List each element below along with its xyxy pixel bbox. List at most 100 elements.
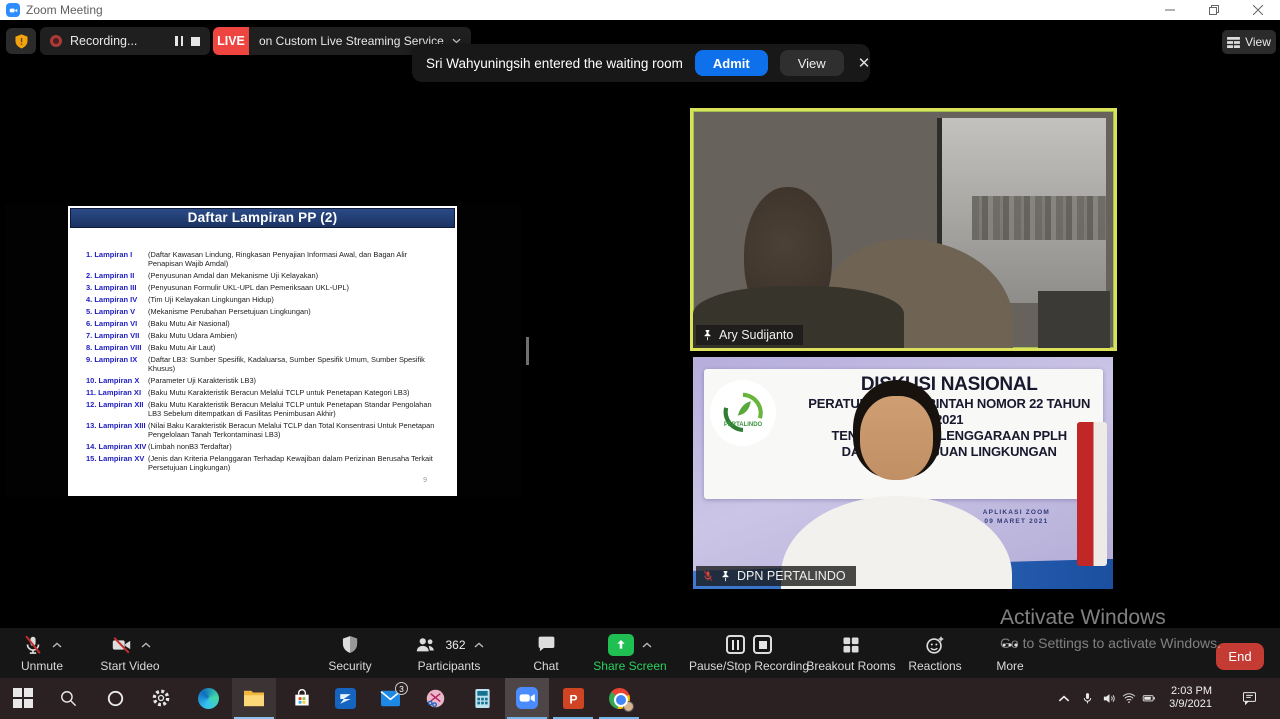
- slide-item-desc: (Jenis dan Kriteria Pelanggaran Terhadap…: [148, 454, 440, 472]
- search-button[interactable]: [57, 687, 79, 709]
- presentation-slide: Daftar Lampiran PP (2) 1. Lampiran I(Daf…: [68, 206, 457, 496]
- video-tile-ary-sudijanto[interactable]: Ary Sudijanto: [690, 108, 1117, 351]
- chrome-profile-avatar: [623, 701, 634, 712]
- waiting-room-message: Sri Wahyuningsih entered the waiting roo…: [426, 56, 683, 71]
- store-icon[interactable]: [291, 687, 313, 709]
- mail-icon[interactable]: 3: [379, 687, 401, 709]
- stop-recording-button[interactable]: [191, 37, 200, 46]
- tray-mic-icon[interactable]: [1078, 687, 1096, 709]
- action-center-icon[interactable]: [1238, 687, 1260, 709]
- slide-item-desc: (Baku Mutu Air Laut): [148, 343, 440, 352]
- backdrop-line1: DISKUSI NASIONAL: [794, 373, 1105, 396]
- chevron-up-icon[interactable]: [474, 642, 484, 648]
- nameplate: Ary Sudijanto: [696, 325, 803, 345]
- mail-badge: 3: [395, 682, 408, 695]
- settings-button[interactable]: [150, 687, 172, 709]
- share-screen-button[interactable]: Share Screen: [570, 632, 690, 673]
- chrome-icon[interactable]: [608, 687, 630, 709]
- svg-text:PERTALINDO: PERTALINDO: [724, 422, 763, 428]
- leaf-logo-icon: PERTALINDO: [717, 387, 769, 439]
- participant-name: Ary Sudijanto: [719, 328, 793, 342]
- backdrop-line4: DAN PERSETUJUAN LINGKUNGAN: [794, 444, 1105, 460]
- app-icon-blue[interactable]: [334, 687, 356, 709]
- close-icon: [1253, 5, 1263, 15]
- window-titlebar: Zoom Meeting: [0, 0, 1280, 20]
- slide-list: 1. Lampiran I(Daftar Kawasan Lindung, Ri…: [86, 250, 447, 475]
- gear-icon: [151, 688, 171, 708]
- chevron-up-icon[interactable]: [141, 642, 151, 648]
- slide-item-label: 3. Lampiran III: [86, 283, 148, 292]
- close-button[interactable]: [1236, 0, 1280, 20]
- view-button[interactable]: View: [1222, 30, 1276, 54]
- more-button[interactable]: More: [950, 632, 1070, 673]
- admit-button[interactable]: Admit: [695, 50, 768, 76]
- svg-text:P: P: [569, 692, 577, 706]
- shared-screen: Daftar Lampiran PP (2) 1. Lampiran I(Daf…: [5, 205, 522, 497]
- slide-list-item: 11. Lampiran XI(Baku Mutu Karakteristik …: [86, 388, 447, 397]
- slide-item-label: 7. Lampiran VII: [86, 331, 148, 340]
- city-skyline: [972, 196, 1106, 240]
- slide-list-item: 9. Lampiran IX(Daftar LB3: Sumber Spesif…: [86, 355, 447, 373]
- file-explorer-icon[interactable]: [243, 687, 265, 709]
- record-icon: [50, 35, 62, 47]
- calculator-icon[interactable]: [471, 687, 493, 709]
- slide-list-item: 12. Lampiran XII(Baku Mutu Karakteristik…: [86, 400, 447, 418]
- start-video-button[interactable]: Start Video: [70, 632, 190, 673]
- zoom-app-icon: [6, 3, 20, 17]
- slide-list-item: 3. Lampiran III(Penyusunan Formulir UKL-…: [86, 283, 447, 292]
- security-warning-button[interactable]: [6, 28, 36, 54]
- slide-list-item: 15. Lampiran XV(Jenis dan Kriteria Pelan…: [86, 454, 447, 472]
- stop-icon[interactable]: [753, 635, 772, 654]
- slide-item-label: 2. Lampiran II: [86, 271, 148, 280]
- person-face: [860, 396, 933, 480]
- reactions-icon: [924, 634, 946, 656]
- chevron-up-icon[interactable]: [642, 642, 652, 648]
- maximize-button[interactable]: [1192, 0, 1236, 20]
- powerpoint-icon[interactable]: P: [562, 687, 584, 709]
- screen-scrollbar[interactable]: [526, 337, 529, 365]
- grid-view-icon: [1227, 37, 1240, 48]
- slide-item-label: 8. Lampiran VIII: [86, 343, 148, 352]
- pause-icon: [175, 36, 178, 46]
- indonesia-flag: [1077, 422, 1106, 566]
- slide-item-desc: (Parameter Uji Karakteristik LB3): [148, 376, 440, 385]
- participants-count: 362: [445, 638, 465, 652]
- slide-list-item: 1. Lampiran I(Daftar Kawasan Lindung, Ri…: [86, 250, 447, 268]
- cortana-button[interactable]: [104, 687, 126, 709]
- backdrop-line2: PERATURAN PEMERINTAH NOMOR 22 TAHUN 2021: [794, 396, 1105, 428]
- start-button[interactable]: [12, 687, 34, 709]
- slide-list-item: 6. Lampiran VI(Baku Mutu Air Nasional): [86, 319, 447, 328]
- slide-item-desc: (Baku Mutu Karakteristik Beracun Melalui…: [148, 388, 440, 397]
- tray-chevron-icon[interactable]: [1055, 687, 1073, 709]
- tray-clock[interactable]: 2:03 PM 3/9/2021: [1150, 685, 1212, 711]
- cortana-icon: [106, 689, 125, 708]
- tray-volume-icon[interactable]: [1098, 687, 1120, 709]
- zoom-taskbar-icon[interactable]: [516, 687, 538, 709]
- slide-item-label: 5. Lampiran V: [86, 307, 148, 316]
- tray-wifi-icon[interactable]: [1120, 687, 1138, 709]
- restore-icon: [1209, 5, 1219, 15]
- share-screen-icon: [608, 634, 634, 656]
- slide-item-label: 12. Lampiran XII: [86, 400, 148, 418]
- chevron-up-icon[interactable]: [52, 642, 62, 648]
- recording-indicator: Recording...: [40, 27, 210, 55]
- slide-item-desc: (Daftar LB3: Sumber Spesifik, Kadaluarsa…: [148, 355, 440, 373]
- video-tile-dpn-pertalindo[interactable]: PERTALINDO DISKUSI NASIONAL PERATURAN PE…: [693, 357, 1113, 589]
- minimize-button[interactable]: [1148, 0, 1192, 20]
- desk-items: [1038, 291, 1110, 348]
- warning-shield-icon: [13, 33, 30, 50]
- edge-icon[interactable]: [197, 687, 219, 709]
- tray-time: 2:03 PM: [1150, 685, 1212, 698]
- snip-sketch-icon[interactable]: [424, 687, 446, 709]
- shield-icon: [340, 634, 360, 655]
- pause-recording-button[interactable]: [175, 36, 183, 46]
- slide-list-item: 8. Lampiran VIII(Baku Mutu Air Laut): [86, 343, 447, 352]
- dismiss-notification-button[interactable]: ✕: [856, 54, 873, 72]
- slide-item-label: 4. Lampiran IV: [86, 295, 148, 304]
- window-title: Zoom Meeting: [26, 0, 103, 20]
- slide-item-label: 13. Lampiran XIII: [86, 421, 148, 439]
- pause-icon[interactable]: [726, 635, 745, 654]
- end-meeting-button[interactable]: End: [1216, 643, 1264, 670]
- slide-item-label: 1. Lampiran I: [86, 250, 148, 268]
- view-waiting-room-button[interactable]: View: [780, 50, 844, 76]
